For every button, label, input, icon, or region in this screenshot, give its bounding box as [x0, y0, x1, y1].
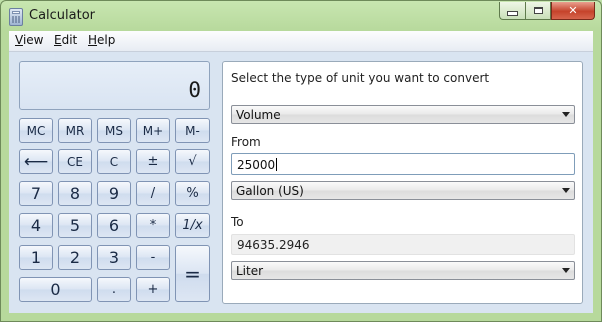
maximize-button[interactable] [525, 2, 551, 20]
to-unit-value: Liter [236, 264, 264, 278]
conversion-prompt: Select the type of unit you want to conv… [231, 71, 490, 85]
result-display: 0 [19, 61, 210, 110]
menu-view[interactable]: View [15, 33, 43, 47]
minimize-icon [507, 11, 518, 16]
dropdown-arrow-icon [562, 188, 570, 193]
to-value-field: 94635.2946 [231, 234, 575, 255]
dropdown-arrow-icon [562, 268, 570, 273]
digit-7-button[interactable]: 7 [19, 181, 53, 206]
ms-button[interactable]: MS [97, 118, 131, 143]
plus-minus-button[interactable]: ± [136, 149, 170, 174]
unit-type-value: Volume [236, 108, 281, 122]
clear-button[interactable]: C [97, 149, 131, 174]
mr-button[interactable]: MR [58, 118, 92, 143]
to-value-text: 94635.2946 [237, 238, 310, 252]
mc-button[interactable]: MC [19, 118, 53, 143]
subtract-button[interactable]: - [136, 245, 170, 270]
calculator-app-icon [9, 8, 23, 26]
menu-edit[interactable]: Edit [54, 33, 77, 47]
close-button[interactable]: ✕ [551, 2, 595, 20]
unit-conversion-panel: Select the type of unit you want to conv… [222, 61, 583, 304]
digit-0-button[interactable]: 0 [19, 277, 92, 302]
clear-entry-button[interactable]: CE [58, 149, 92, 174]
digit-1-button[interactable]: 1 [19, 245, 53, 270]
menu-help[interactable]: Help [88, 33, 115, 47]
close-icon: ✕ [568, 4, 578, 17]
digit-3-button[interactable]: 3 [97, 245, 131, 270]
percent-button[interactable]: % [175, 181, 210, 206]
from-unit-dropdown[interactable]: Gallon (US) [231, 181, 575, 200]
equals-button[interactable]: = [175, 245, 210, 302]
digit-5-button[interactable]: 5 [58, 213, 92, 238]
m-plus-button[interactable]: M+ [136, 118, 170, 143]
digit-6-button[interactable]: 6 [97, 213, 131, 238]
caption-buttons: ✕ [499, 2, 595, 20]
calculator-window: Calculator ✕ View Edit Help 0 MC MR MS M… [0, 0, 602, 322]
square-root-button[interactable]: √ [175, 149, 210, 174]
to-label: To [231, 215, 244, 229]
backspace-button[interactable]: ⟵ [19, 149, 53, 174]
divide-button[interactable]: / [136, 181, 170, 206]
text-caret [276, 158, 278, 171]
add-button[interactable]: + [136, 277, 170, 302]
to-unit-dropdown[interactable]: Liter [231, 261, 575, 280]
from-value-text: 25000 [237, 158, 276, 172]
from-unit-value: Gallon (US) [236, 184, 304, 198]
reciprocal-button[interactable]: 1/x [175, 213, 210, 238]
from-label: From [231, 135, 261, 149]
display-value: 0 [188, 78, 201, 102]
decimal-button[interactable]: . [97, 277, 131, 302]
maximize-icon [533, 7, 543, 14]
dropdown-arrow-icon [562, 112, 570, 117]
minimize-button[interactable] [499, 2, 525, 20]
m-minus-button[interactable]: M- [175, 118, 210, 143]
digit-4-button[interactable]: 4 [19, 213, 53, 238]
menu-bar: View Edit Help [9, 31, 593, 52]
unit-type-dropdown[interactable]: Volume [231, 105, 575, 124]
digit-9-button[interactable]: 9 [97, 181, 131, 206]
window-title: Calculator [29, 8, 96, 23]
digit-2-button[interactable]: 2 [58, 245, 92, 270]
title-bar: Calculator ✕ [1, 1, 601, 31]
calculator-body: 0 MC MR MS M+ M- ⟵ CE C ± √ 7 8 9 / % 4 … [9, 52, 593, 313]
from-value-input[interactable]: 25000 [231, 153, 575, 175]
multiply-button[interactable]: * [136, 213, 170, 238]
digit-8-button[interactable]: 8 [58, 181, 92, 206]
